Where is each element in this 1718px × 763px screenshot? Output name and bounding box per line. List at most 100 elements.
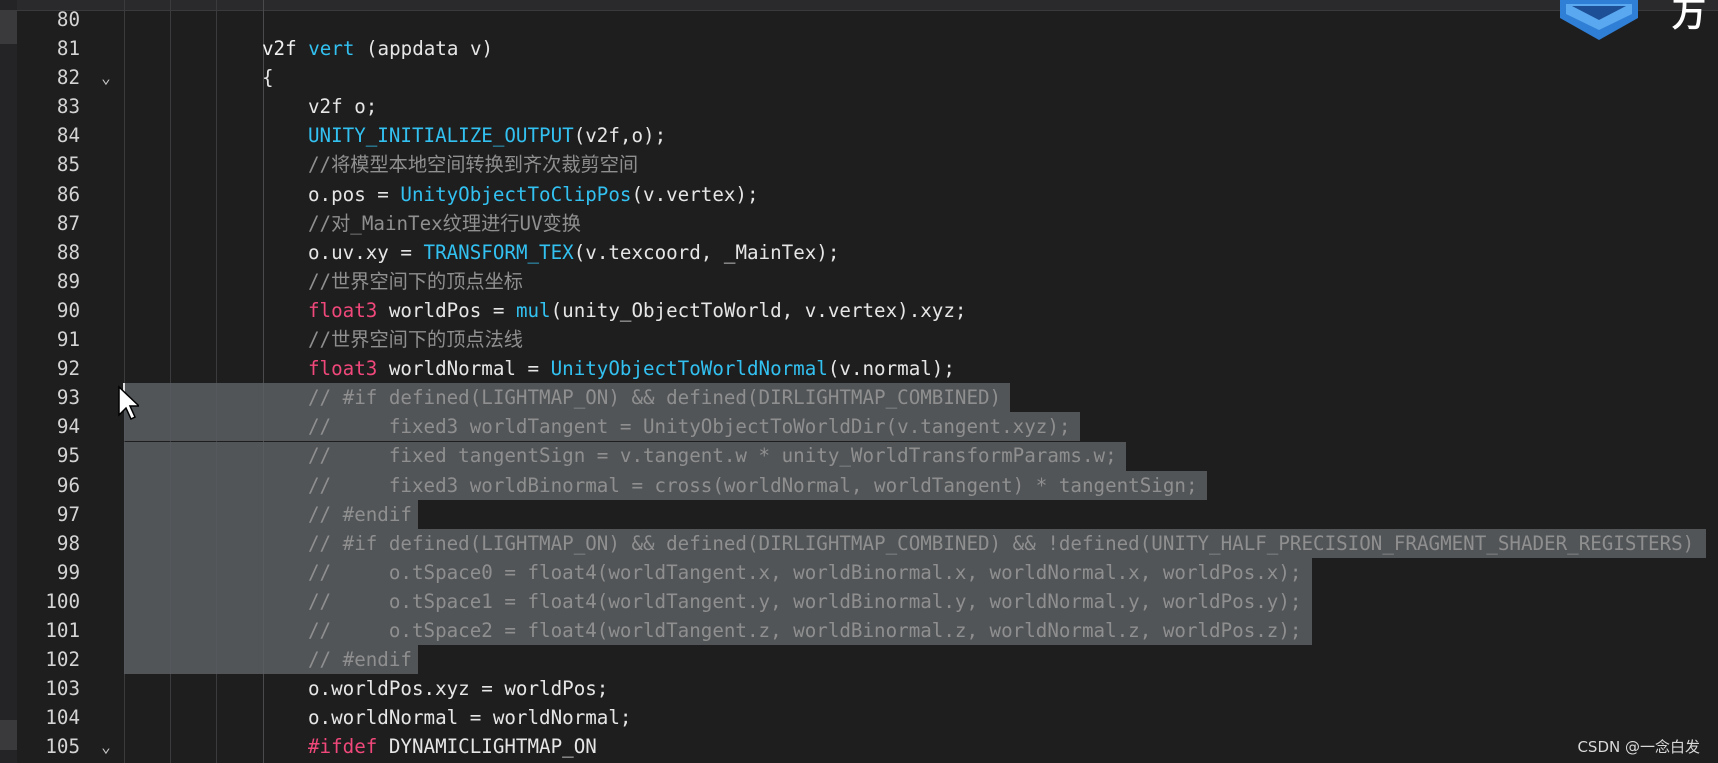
line-number: 88 [56, 240, 80, 264]
code-text: // #if defined(LIGHTMAP_ON) && defined(D… [308, 383, 1001, 412]
code-token: (v.normal); [827, 357, 955, 381]
code-line[interactable]: 96 // fixed3 worldBinormal = cross(worldN… [0, 471, 1718, 500]
code-editor[interactable]: 80 81 v2f vert (appdata v) 82 ⌄ {83 v2f o; 84 UN… [0, 5, 1718, 761]
code-token: // fixed3 worldBinormal = cross(worldNor… [308, 473, 1198, 497]
code-line[interactable]: 103 o.worldPos.xyz = worldPos; [0, 674, 1718, 703]
line-number: 90 [56, 298, 80, 322]
line-number: 93 [56, 386, 80, 410]
code-token: (v.vertex); [631, 182, 759, 206]
line-number: 95 [56, 444, 80, 468]
code-text: v2f vert (appdata v) [262, 34, 493, 63]
code-text: o.uv.xy = TRANSFORM_TEX(v.texcoord, _Mai… [308, 238, 839, 267]
line-number: 104 [45, 706, 80, 730]
code-line[interactable]: 91 //世界空间下的顶点法线 [0, 325, 1718, 354]
code-line[interactable]: 86 o.pos = UnityObjectToClipPos(v.vertex)… [0, 180, 1718, 209]
code-token: o.uv.xy = [308, 240, 424, 264]
line-number: 91 [56, 328, 80, 352]
code-text: // o.tSpace0 = float4(worldTangent.x, wo… [308, 558, 1301, 587]
mouse-pointer-icon [118, 385, 139, 421]
code-token: float3 [308, 357, 378, 381]
code-text: { [262, 63, 274, 92]
watermark: CSDN @一念白发 [1577, 738, 1700, 756]
code-text: UNITY_INITIALIZE_OUTPUT(v2f,o); [308, 121, 666, 150]
code-line[interactable]: 80 [0, 5, 1718, 34]
code-token: // #if defined(LIGHTMAP_ON) && defined(D… [308, 386, 1002, 410]
line-number: 83 [56, 95, 80, 119]
code-line[interactable]: 99 // o.tSpace0 = float4(worldTangent.x, … [0, 558, 1718, 587]
line-number: 81 [56, 37, 80, 61]
code-token: o.worldNormal = worldNormal; [308, 706, 632, 730]
code-line[interactable]: 82 ⌄ { [0, 63, 1718, 92]
code-line[interactable]: 87 //对_MainTex纹理进行UV变换 [0, 209, 1718, 238]
code-token: TRANSFORM_TEX [423, 240, 574, 264]
code-token: // #if defined(LIGHTMAP_ON) && defined(D… [308, 531, 1695, 555]
code-line[interactable]: 100 // o.tSpace1 = float4(worldTangent.y,… [0, 587, 1718, 616]
code-line[interactable]: 102 // #endif [0, 645, 1718, 674]
code-token: o.worldPos.xyz = worldPos; [308, 677, 609, 701]
code-text: //世界空间下的顶点法线 [308, 325, 523, 354]
line-number: 82 [56, 66, 80, 90]
line-number: 97 [56, 502, 80, 526]
line-number: 94 [56, 415, 80, 439]
code-token: worldNormal = [377, 357, 551, 381]
line-number: 85 [56, 153, 80, 177]
code-line[interactable]: 101 // o.tSpace2 = float4(worldTangent.z,… [0, 616, 1718, 645]
code-text: //世界空间下的顶点坐标 [308, 267, 523, 296]
code-line[interactable]: 93 // #if defined(LIGHTMAP_ON) && defined… [0, 383, 1718, 412]
code-token: //对_MainTex纹理进行UV变换 [308, 211, 581, 235]
code-token: // fixed3 worldTangent = UnityObjectToWo… [308, 415, 1071, 439]
code-line[interactable]: 83 v2f o; [0, 92, 1718, 121]
code-line[interactable]: 97 // #endif [0, 500, 1718, 529]
code-token: { [262, 66, 274, 90]
code-token: // o.tSpace0 = float4(worldTangent.x, wo… [308, 560, 1302, 584]
line-number: 101 [45, 618, 80, 642]
line-number: 96 [56, 473, 80, 497]
code-line[interactable]: 104 o.worldNormal = worldNormal; [0, 703, 1718, 732]
code-token: //将模型本地空间转换到齐次裁剪空间 [308, 153, 639, 177]
code-line[interactable]: 94 // fixed3 worldTangent = UnityObjectTo… [0, 412, 1718, 441]
code-text: o.pos = UnityObjectToClipPos(v.vertex); [308, 180, 759, 209]
code-token: // o.tSpace2 = float4(worldTangent.z, wo… [308, 618, 1302, 642]
code-text: o.worldPos.xyz = worldPos; [308, 674, 608, 703]
fold-chevron-icon[interactable]: ⌄ [96, 732, 116, 761]
code-text: // fixed3 worldTangent = UnityObjectToWo… [308, 412, 1070, 441]
fold-chevron-icon[interactable]: ⌄ [96, 63, 116, 92]
code-line[interactable]: 92 float3 worldNormal = UnityObjectToWorl… [0, 354, 1718, 383]
app-logo-icon [1560, 0, 1638, 40]
line-number: 86 [56, 182, 80, 206]
code-token: vert [308, 37, 355, 61]
line-number: 102 [45, 648, 80, 672]
line-number: 89 [56, 269, 80, 293]
code-line[interactable]: 90 float3 worldPos = mul(unity_ObjectToWo… [0, 296, 1718, 325]
logo-character: 万 [1672, 0, 1706, 35]
code-token: //世界空间下的顶点坐标 [308, 269, 523, 293]
code-token: (v.texcoord, _MainTex); [573, 240, 840, 264]
code-line[interactable]: 88 o.uv.xy = TRANSFORM_TEX(v.texcoord, _M… [0, 238, 1718, 267]
code-token: (v2f,o); [573, 124, 667, 148]
line-number: 84 [56, 124, 80, 148]
code-text: // o.tSpace2 = float4(worldTangent.z, wo… [308, 616, 1301, 645]
code-token: // fixed tangentSign = v.tangent.w * uni… [308, 444, 1117, 468]
code-text: //将模型本地空间转换到齐次裁剪空间 [308, 150, 638, 179]
code-text: float3 worldPos = mul(unity_ObjectToWorl… [308, 296, 966, 325]
code-token: mul [515, 298, 551, 322]
code-token: #ifdef [308, 735, 378, 759]
code-line[interactable]: 85 //将模型本地空间转换到齐次裁剪空间 [0, 150, 1718, 179]
code-token: DYNAMICLIGHTMAP_ON [377, 735, 597, 759]
code-line[interactable]: 98 // #if defined(LIGHTMAP_ON) && defined… [0, 529, 1718, 558]
code-token: float3 [308, 298, 378, 322]
code-line[interactable]: 105 ⌄ #ifdef DYNAMICLIGHTMAP_ON [0, 732, 1718, 761]
code-line[interactable]: 95 // fixed tangentSign = v.tangent.w * u… [0, 441, 1718, 470]
code-text: v2f o; [308, 92, 377, 121]
code-text: float3 worldNormal = UnityObjectToWorldN… [308, 354, 955, 383]
code-token: worldPos = [377, 298, 516, 322]
line-number: 105 [45, 735, 80, 759]
code-line[interactable]: 81 v2f vert (appdata v) [0, 34, 1718, 63]
line-number: 98 [56, 531, 80, 555]
code-line[interactable]: 89 //世界空间下的顶点坐标 [0, 267, 1718, 296]
code-line[interactable]: 84 UNITY_INITIALIZE_OUTPUT(v2f,o); [0, 121, 1718, 150]
line-number: 99 [56, 560, 80, 584]
line-number: 87 [56, 211, 80, 235]
code-text: // #endif [308, 500, 412, 529]
line-number: 80 [56, 8, 80, 31]
